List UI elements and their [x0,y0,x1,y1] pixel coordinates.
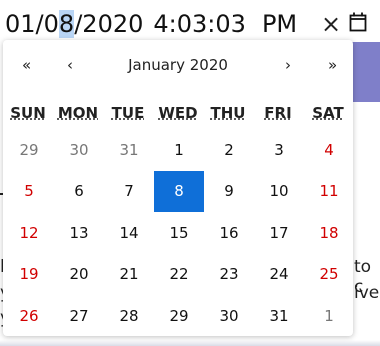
calendar-day[interactable]: 10 [254,171,304,212]
calendar-day[interactable]: 11 [304,171,354,212]
calendar-day[interactable]: 29 [154,296,204,337]
background-text-right-2: ive [354,283,380,303]
calendar-day[interactable]: 21 [104,254,154,295]
weekday-fri: FRI [264,104,292,122]
calendar-day[interactable]: 22 [154,254,204,295]
calendar-day[interactable]: 23 [204,254,254,295]
calendar-day[interactable]: 14 [104,213,154,254]
date-separator: / [35,10,44,38]
calendar-day[interactable]: 25 [304,254,354,295]
calendar-day[interactable]: 24 [254,254,304,295]
ampm-segment[interactable]: PM [262,10,297,38]
time-separator: : [207,10,216,38]
clear-button[interactable]: × [321,10,341,38]
calendar-day[interactable]: 31 [254,296,304,337]
calendar-day[interactable]: 27 [54,296,104,337]
calendar-icon[interactable] [349,12,367,32]
next-year-button[interactable]: » [328,56,337,74]
minute-segment[interactable]: 03 [177,10,208,38]
weekday-thu: THU [210,104,246,122]
calendar-day[interactable]: 17 [254,213,304,254]
weekday-wed: WED [158,104,198,122]
time-separator: : [168,10,177,38]
calendar-day[interactable]: 18 [304,213,354,254]
calendar-day[interactable]: 26 [4,296,54,337]
day-segment-selected[interactable]: 8 [58,10,75,38]
calendar-day[interactable]: 2 [204,130,254,171]
date-separator: / [74,10,83,38]
calendar-day[interactable]: 9 [204,171,254,212]
calendar-day[interactable]: 8 [154,171,204,212]
background-accent-bar [350,42,380,102]
calendar-day[interactable]: 29 [4,130,54,171]
calendar-day[interactable]: 4 [304,130,354,171]
calendar-day[interactable]: 7 [104,171,154,212]
calendar-day[interactable]: 12 [4,213,54,254]
year-segment[interactable]: 2020 [82,10,143,38]
next-month-button[interactable]: › [285,56,291,74]
calendar-day[interactable]: 16 [204,213,254,254]
calendar-day[interactable]: 20 [54,254,104,295]
calendar-day[interactable]: 15 [154,213,204,254]
calendar-day[interactable]: 1 [304,296,354,337]
weekday-mon: MON [57,104,99,122]
calendar-popup: « ‹ January 2020 › » SUN MON TUE WED THU FRI S… [3,40,353,336]
calendar-day[interactable]: 13 [54,213,104,254]
day-segment-first[interactable]: 0 [44,10,59,38]
calendar-day[interactable]: 3 [254,130,304,171]
calendar-day[interactable]: 6 [54,171,104,212]
calendar-day[interactable]: 31 [104,130,154,171]
weekday-tue: TUE [111,104,145,122]
second-segment[interactable]: 03 [215,10,246,38]
weekday-sun: SUN [10,104,46,122]
background-shadow [0,340,380,346]
calendar-day[interactable]: 19 [4,254,54,295]
weekday-sat: SAT [312,104,344,122]
calendar-day[interactable]: 30 [204,296,254,337]
calendar-day[interactable]: 1 [154,130,204,171]
month-title[interactable]: January 2020 [3,56,353,74]
hour-segment[interactable]: 4 [153,10,168,38]
month-segment[interactable]: 01 [5,10,36,38]
calendar-day[interactable]: 30 [54,130,104,171]
calendar-day[interactable]: 28 [104,296,154,337]
calendar-day[interactable]: 5 [4,171,54,212]
